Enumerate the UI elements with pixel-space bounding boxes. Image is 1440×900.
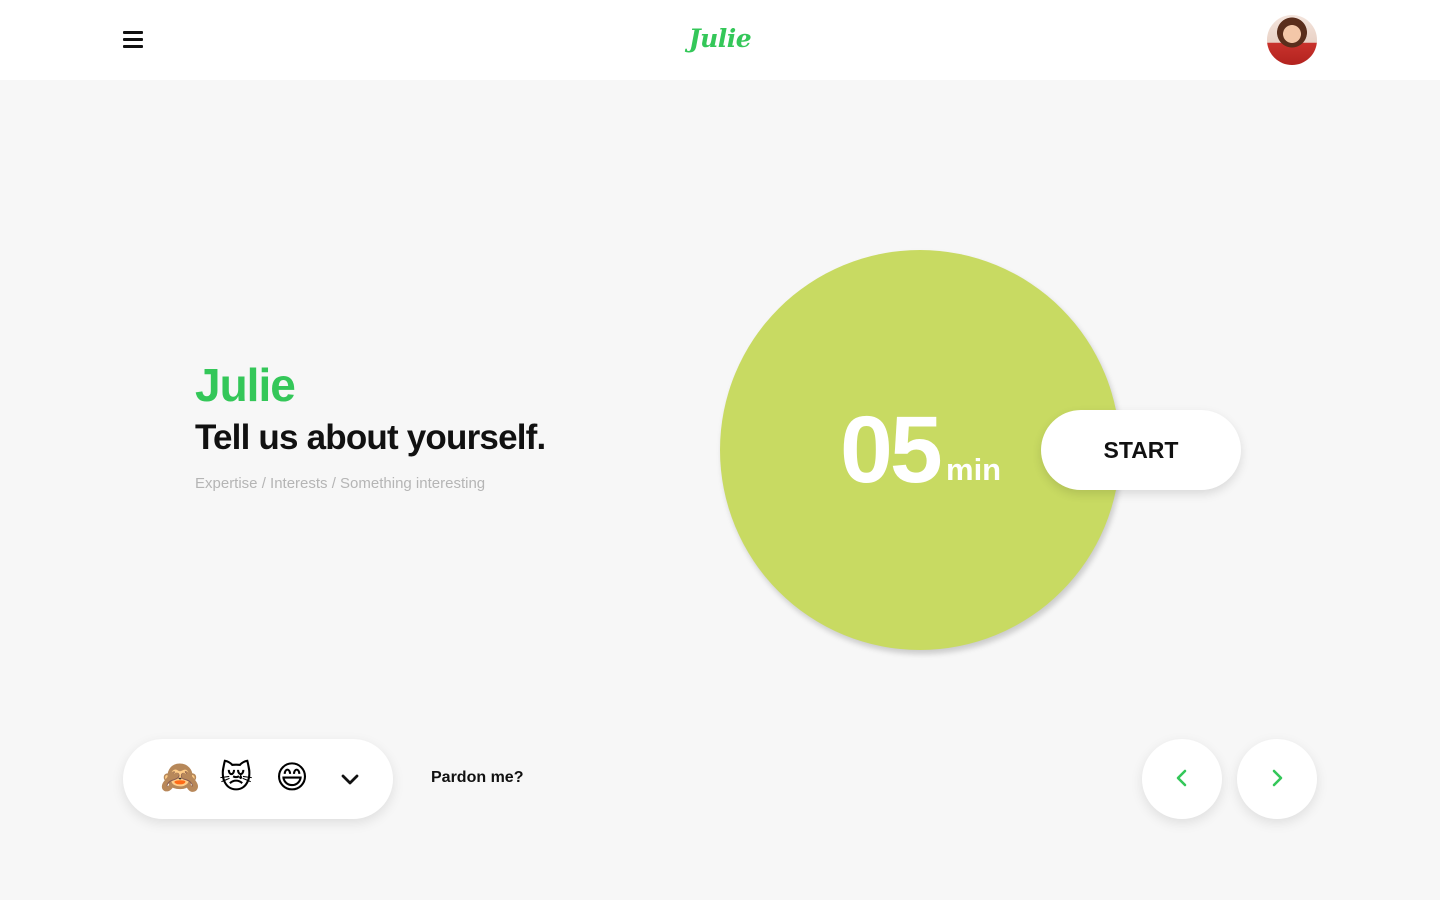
app-logo[interactable]: Julie: [620, 24, 820, 53]
chevron-down-icon[interactable]: [336, 765, 364, 793]
timer-unit: min: [946, 452, 1002, 487]
start-button[interactable]: START: [1041, 410, 1241, 490]
next-button[interactable]: [1237, 739, 1317, 819]
intro-name: Julie: [195, 359, 296, 411]
crying-cat-icon[interactable]: 😿: [216, 757, 256, 797]
grinning-face-icon[interactable]: 😄: [272, 757, 312, 797]
timer-value: 05: [840, 397, 943, 503]
chevron-left-icon: [1171, 767, 1193, 792]
see-no-evil-monkey-icon[interactable]: 🙈: [160, 757, 200, 797]
intro-hint: Expertise / Interests / Something intere…: [195, 475, 486, 492]
chevron-right-icon: [1266, 767, 1288, 792]
hamburger-menu-icon[interactable]: [118, 24, 148, 54]
user-avatar[interactable]: [1267, 15, 1317, 65]
previous-button[interactable]: [1142, 739, 1222, 819]
pardon-me-link[interactable]: Pardon me?: [431, 769, 523, 787]
header: Julie: [0, 0, 1440, 80]
intro-title: Tell us about yourself.: [195, 418, 546, 457]
